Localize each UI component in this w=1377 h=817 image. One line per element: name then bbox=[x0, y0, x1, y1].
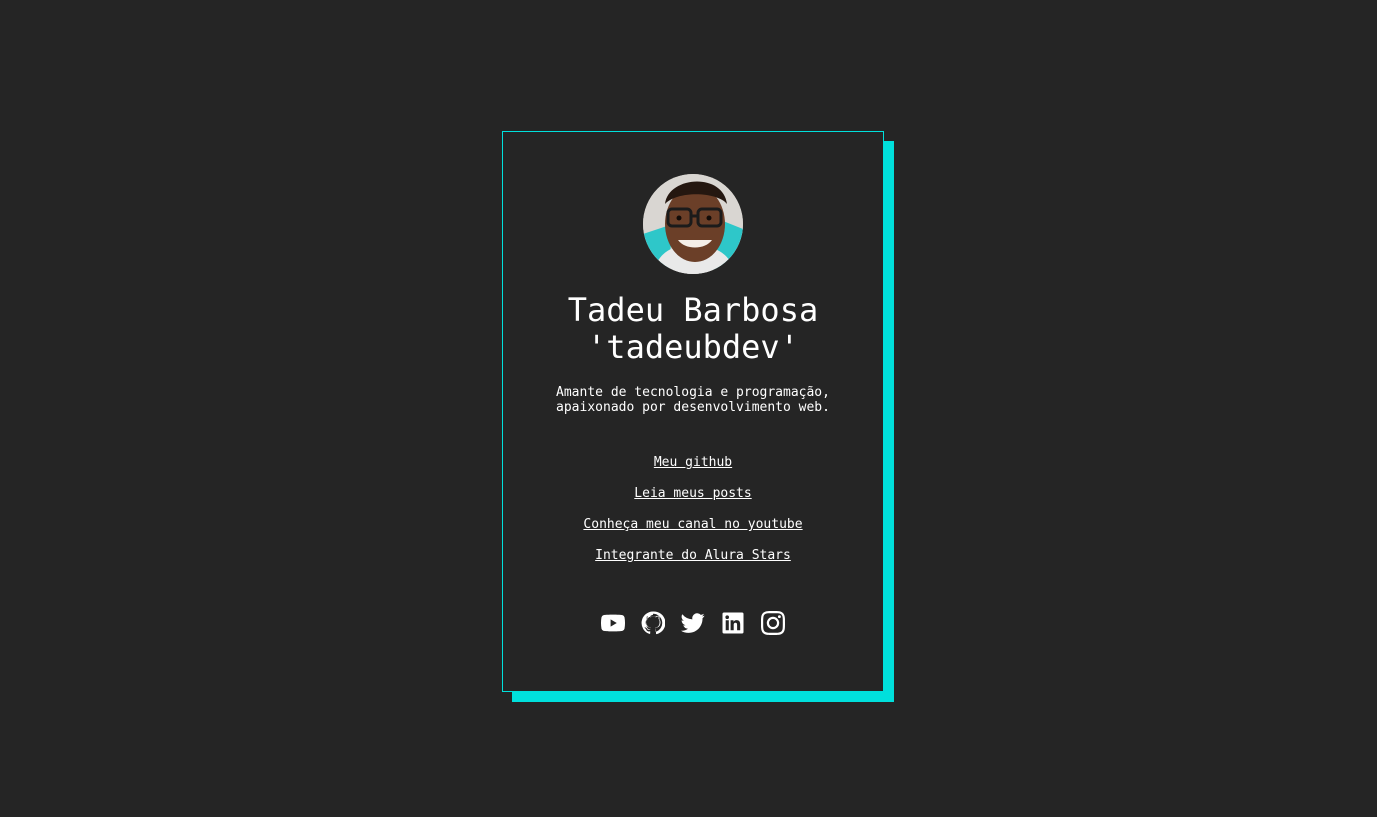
list-item: Leia meus posts bbox=[503, 485, 883, 516]
instagram-icon[interactable] bbox=[761, 611, 785, 635]
link-list: Meu github Leia meus posts Conheça meu c… bbox=[503, 454, 883, 578]
list-item: Meu github bbox=[503, 454, 883, 485]
avatar bbox=[643, 174, 743, 274]
profile-name: Tadeu Barbosa bbox=[567, 291, 819, 329]
profile-handle: 'tadeubdev' bbox=[587, 328, 799, 366]
page-title: Tadeu Barbosa 'tadeubdev' bbox=[503, 292, 883, 366]
social-links bbox=[503, 611, 883, 635]
list-item: Conheça meu canal no youtube bbox=[503, 516, 883, 547]
github-icon[interactable] bbox=[641, 611, 665, 635]
profile-bio: Amante de tecnologia e programação, apai… bbox=[556, 385, 830, 415]
posts-link[interactable]: Leia meus posts bbox=[634, 486, 751, 501]
youtube-channel-link[interactable]: Conheça meu canal no youtube bbox=[583, 517, 802, 532]
list-item: Integrante do Alura Stars bbox=[503, 547, 883, 578]
youtube-icon[interactable] bbox=[601, 611, 625, 635]
github-link[interactable]: Meu github bbox=[654, 455, 732, 470]
linkedin-icon[interactable] bbox=[721, 611, 745, 635]
profile-card: Tadeu Barbosa 'tadeubdev' Amante de tecn… bbox=[502, 131, 884, 692]
alura-stars-link[interactable]: Integrante do Alura Stars bbox=[595, 548, 791, 563]
twitter-icon[interactable] bbox=[681, 611, 705, 635]
